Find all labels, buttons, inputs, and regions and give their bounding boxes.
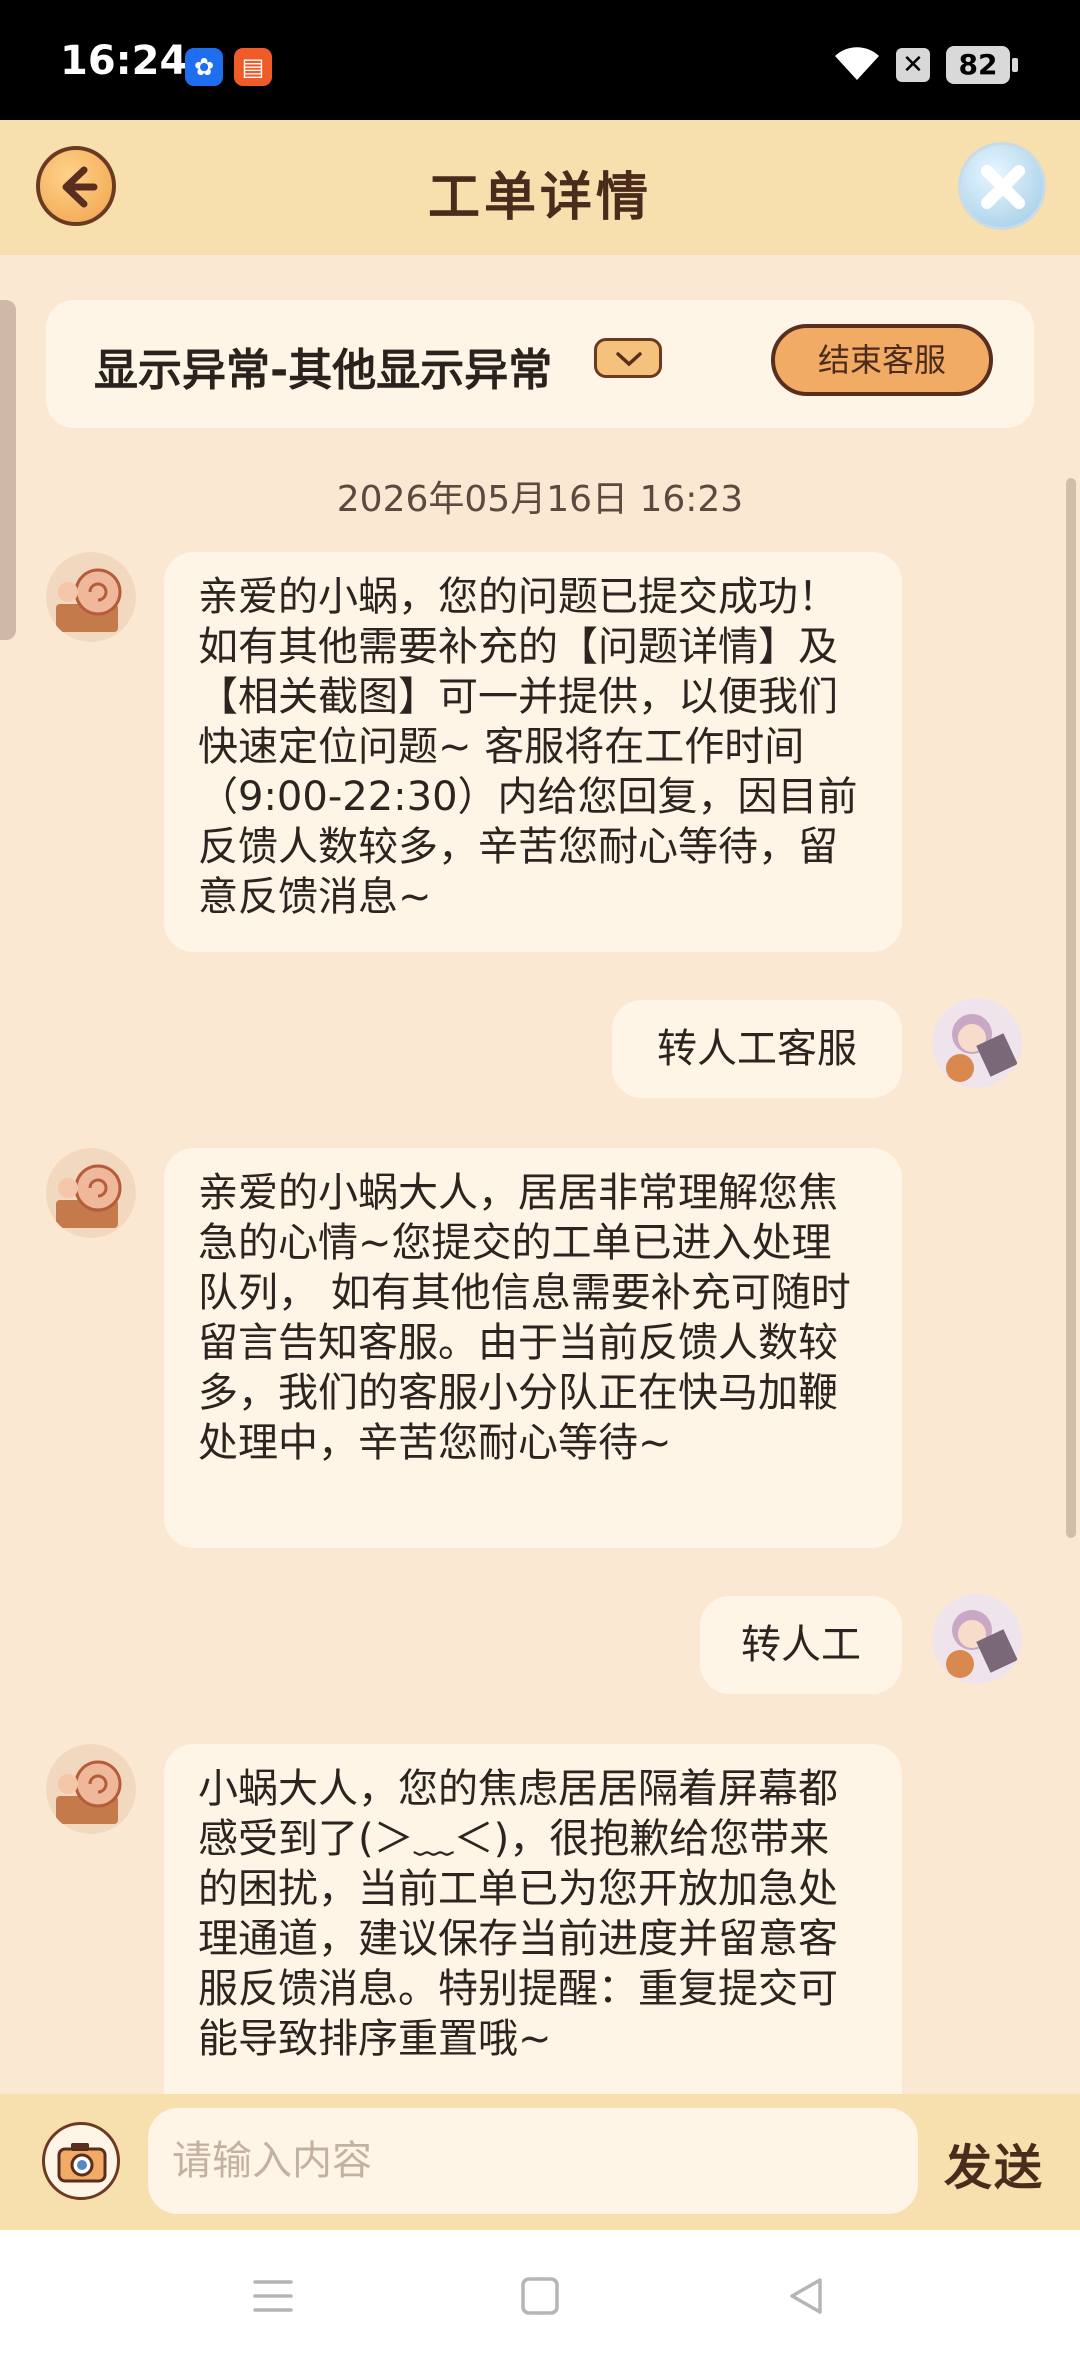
user-avatar-icon [932,1594,1022,1684]
service-snail-avatar [46,1148,136,1238]
user-avatar [932,998,1022,1088]
status-time: 16:24 [60,38,188,84]
book-app-icon: ▤ [234,48,272,86]
back-nav-icon[interactable] [786,2276,826,2316]
user-avatar-icon [932,998,1022,1088]
status-bar: 16:24 ✿ ▤ ✕ 82 [0,0,1080,120]
topic-expand-button[interactable] [594,338,662,378]
camera-button[interactable] [42,2122,120,2200]
chevron-down-icon [616,352,642,367]
battery-icon: 82 [946,46,1018,84]
chat-scrollbar[interactable] [1066,478,1076,1538]
chat-timestamp: 2026年05月16日 16:23 [336,479,744,520]
camera-icon [57,2143,107,2183]
system-nav-bar [0,2230,1080,2362]
menu-icon[interactable] [252,2276,294,2316]
snail-icon [46,1744,136,1834]
ticket-topic-card: 显示异常-其他显示异常 结束客服 [46,300,1034,428]
message-bubble-sent: 转人工客服 [612,1000,902,1098]
snail-icon [46,552,136,642]
message-bubble-received: 小蜗大人，您的焦虑居居隔着屏幕都感受到了(＞﹏＜)，很抱歉给您带来的困扰，当前工… [164,1744,902,2094]
end-service-button[interactable]: 结束客服 [771,324,993,396]
ticket-topic-title: 显示异常-其他显示异常 [94,345,553,396]
send-button[interactable]: 发送 [944,2128,1044,2198]
message-bubble-received: 亲爱的小蜗大人，居居非常理解您焦急的心情~您提交的工单已进入处理队列， 如有其他… [164,1148,902,1548]
home-icon[interactable] [520,2276,560,2316]
message-bubble-sent: 转人工 [700,1596,902,1694]
message-bubble-received: 亲爱的小蜗，您的问题已提交成功！ 如有其他需要补充的【问题详情】及【相关截图】可… [164,552,902,952]
user-avatar [932,1594,1022,1684]
pinwheel-app-icon: ✿ [185,48,223,86]
message-input[interactable] [148,2108,918,2214]
page-title: 工单详情 [427,168,652,228]
no-sim-icon: ✕ [896,48,930,82]
snail-icon [46,1148,136,1238]
service-snail-avatar [46,1744,136,1834]
header-bar: 工单详情 [0,120,1080,255]
input-bar: 发送 [0,2094,1080,2230]
wifi-icon [835,47,879,80]
close-button[interactable] [958,142,1046,230]
close-icon [981,165,1025,209]
service-snail-avatar [46,552,136,642]
